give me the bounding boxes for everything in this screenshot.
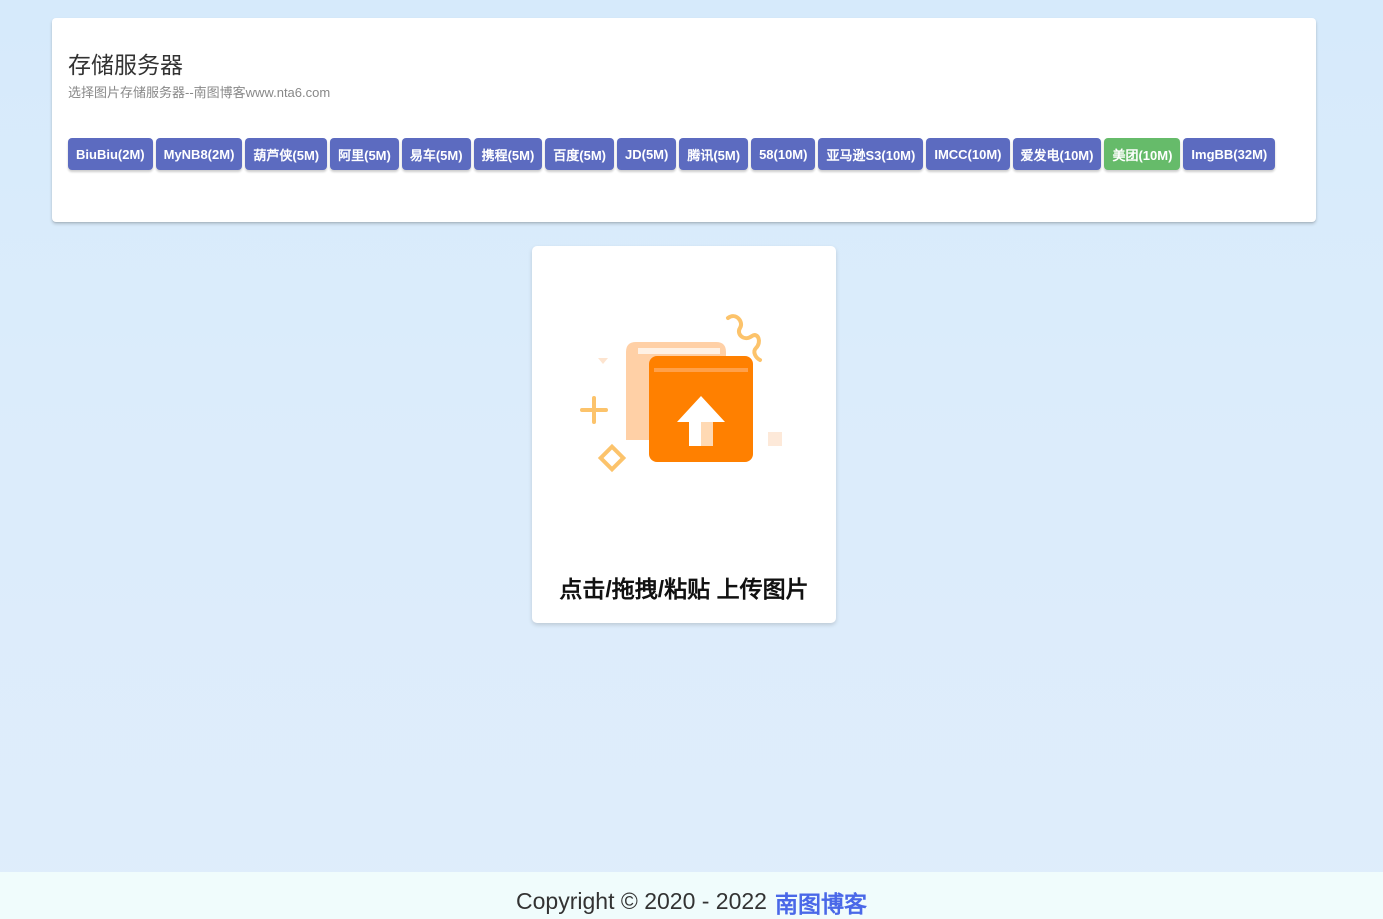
server-button[interactable]: 阿里(5M) — [330, 138, 399, 170]
server-button[interactable]: 易车(5M) — [401, 138, 471, 170]
server-button[interactable]: JD(5M) — [617, 138, 677, 170]
server-panel: 存储服务器 选择图片存储服务器--南图博客www.nta6.com BiuBiu… — [52, 18, 1316, 222]
server-button[interactable]: 携程(5M) — [473, 138, 543, 170]
server-button[interactable]: 美团(10M) — [1104, 138, 1181, 170]
footer: Copyright © 2020 - 2022 南图博客 — [0, 872, 1383, 919]
server-button[interactable]: 腾讯(5M) — [679, 138, 749, 170]
footer-link-blog[interactable]: 南图博客 — [775, 885, 867, 919]
server-button[interactable]: IMCC(10M) — [926, 138, 1010, 170]
server-button[interactable]: 爱发电(10M) — [1012, 138, 1102, 170]
server-button[interactable]: 百度(5M) — [545, 138, 614, 170]
copyright-text: Copyright © 2020 - 2022 — [516, 888, 767, 914]
upload-dropzone[interactable]: 点击/拖拽/粘贴 上传图片 — [532, 246, 836, 623]
server-button-group: BiuBiu(2M) MyNB8(2M) 葫芦侠(5M) 阿里(5M) 易车(5M) 携程… — [68, 138, 1300, 170]
panel-subtitle: 选择图片存储服务器--南图博客www.nta6.com — [68, 85, 331, 100]
server-button[interactable]: MyNB8(2M) — [155, 138, 243, 170]
server-button[interactable]: 58(10M) — [751, 138, 816, 170]
upload-label: 点击/拖拽/粘贴 上传图片 — [559, 576, 809, 602]
server-button[interactable]: 亚马逊S3(10M) — [818, 138, 924, 170]
server-button[interactable]: 葫芦侠(5M) — [245, 138, 328, 170]
server-button[interactable]: BiuBiu(2M) — [68, 138, 153, 170]
server-button[interactable]: ImgBB(32M) — [1183, 138, 1276, 170]
panel-title: 存储服务器 — [68, 52, 183, 78]
upload-folder-icon — [580, 314, 782, 473]
